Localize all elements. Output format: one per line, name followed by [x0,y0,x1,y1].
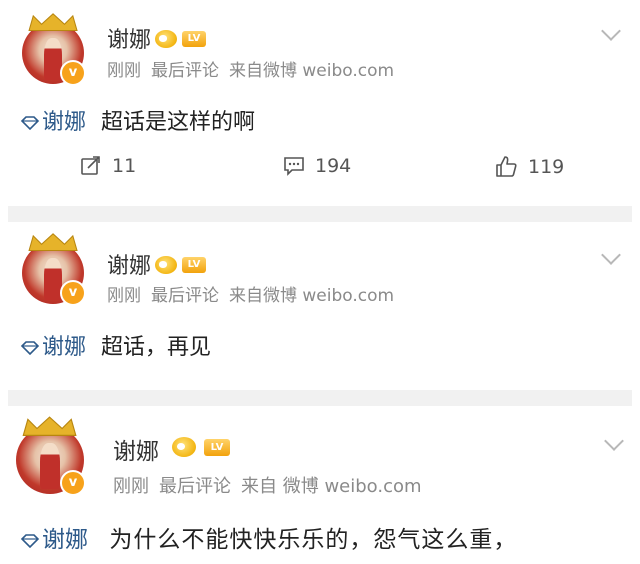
post-time: 刚刚 [107,61,141,81]
crown-decoration-icon [22,416,78,436]
post-time: 刚刚 [107,286,141,306]
post-activity: 最后评论 [159,476,231,497]
post-source: 来自微博 weibo.com [229,61,395,81]
avatar[interactable]: v [22,232,86,306]
username[interactable]: 谢娜 [113,432,159,466]
comment-count: 194 [315,155,352,177]
repost-button[interactable]: 11 [80,155,136,177]
username[interactable]: 谢娜 [107,248,151,280]
avatar[interactable]: v [16,416,86,496]
avatar[interactable]: v [22,12,86,86]
post-meta: 刚刚 最后评论 来自 微博 weibo.com [113,472,432,498]
chevron-down-icon[interactable] [601,245,621,265]
comment-button[interactable]: 194 [283,155,351,177]
avatar-figure [39,443,61,490]
fan-badge-icon [155,30,177,48]
fan-badge-icon [155,256,177,274]
level-badge: LV [182,257,206,273]
post-content: 谢娜 超话，再见 [20,329,211,361]
super-topic-link[interactable]: 谢娜 [42,110,86,135]
crown-decoration-icon [28,232,78,251]
post-text: 为什么不能快快乐乐的，怨气这么重， [109,527,518,553]
post-source: 来自 微博 weibo.com [241,476,422,497]
weibo-post: v 谢娜 LV 刚刚 最后评论 来自微博 weibo.com 谢娜 超话，再见 [0,222,640,392]
thumbs-up-icon [496,156,517,177]
username[interactable]: 谢娜 [107,22,151,54]
level-badge: LV [204,439,230,456]
post-divider [8,206,632,222]
super-topic-link[interactable]: 谢娜 [42,527,88,553]
post-text: 超话，再见 [101,335,212,360]
diamond-icon [20,341,40,355]
repost-count: 11 [112,155,137,177]
post-activity: 最后评论 [151,61,219,81]
repost-icon [81,156,100,175]
weibo-post: v 谢娜 LV 刚刚 最后评论 来自 微博 weibo.com 谢娜 为什么不能快快… [0,406,640,564]
post-meta: 刚刚 最后评论 来自微博 weibo.com [107,56,404,81]
super-topic-link[interactable]: 谢娜 [42,335,86,360]
post-divider [8,390,632,406]
comment-icon [284,157,304,176]
diamond-icon [20,533,40,548]
post-text: 超话是这样的啊 [101,110,256,135]
chevron-down-icon[interactable] [604,431,624,451]
level-badge: LV [182,31,206,47]
post-source: 来自微博 weibo.com [229,286,395,306]
v-badge-icon: v [60,60,86,86]
diamond-icon [20,116,40,130]
post-time: 刚刚 [113,476,149,497]
post-meta: 刚刚 最后评论 来自微博 weibo.com [107,281,404,306]
v-badge-icon: v [60,470,86,496]
weibo-post: v 谢娜 LV 刚刚 最后评论 来自微博 weibo.com 谢娜 超话是这样的啊 … [0,0,640,208]
fan-badge-icon [172,437,196,457]
crown-decoration-icon [28,12,78,31]
v-badge-icon: v [60,280,86,306]
like-count: 119 [528,156,565,178]
post-content: 谢娜 超话是这样的啊 [20,104,255,136]
post-content: 谢娜 为什么不能快快乐乐的，怨气这么重， [20,520,517,554]
action-bar: 11 194 119 [0,155,640,189]
like-button[interactable]: 119 [494,155,564,179]
post-activity: 最后评论 [151,286,219,306]
chevron-down-icon[interactable] [601,21,621,41]
